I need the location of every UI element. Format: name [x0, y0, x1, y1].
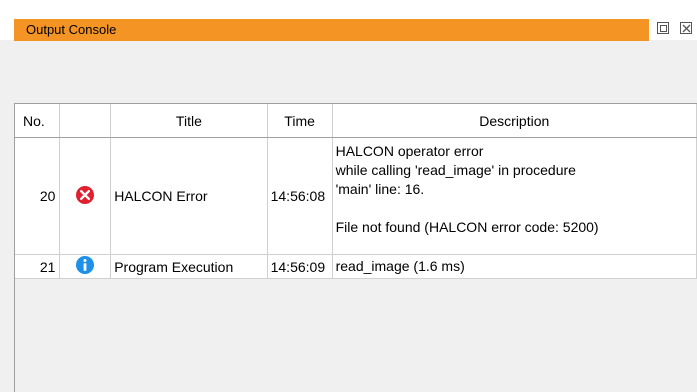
row-title: HALCON Error: [110, 137, 268, 255]
output-console-titlebar: Output Console: [0, 0, 697, 41]
close-icon: [682, 24, 691, 33]
row-description: read_image (1.6 ms): [332, 254, 697, 279]
column-header-title[interactable]: Title: [110, 104, 268, 138]
description-line: File not found (HALCON error code: 5200): [335, 219, 599, 235]
column-header-icon[interactable]: [59, 104, 112, 138]
column-header-no[interactable]: No.: [15, 104, 61, 138]
description-line: [336, 199, 693, 218]
output-table: No. Title Time Description 20 HALCON Err…: [15, 104, 697, 279]
row-time: 14:56:08: [267, 137, 333, 255]
description-line: read_image (1.6 ms): [335, 258, 465, 274]
column-header-description[interactable]: Description: [332, 104, 697, 138]
row-number: 20: [15, 137, 61, 255]
toolbar: [0, 41, 697, 127]
description-line: while calling 'read_image' in procedure: [335, 162, 576, 178]
info-icon: [76, 256, 95, 274]
row-status: [59, 137, 112, 255]
row-time: 14:56:09: [267, 254, 333, 279]
description-line: 'main' line: 16.: [335, 181, 425, 197]
table-row[interactable]: 20 HALCON Error 14:56:08 HALCON operator…: [15, 137, 697, 255]
row-status: [59, 254, 112, 279]
row-number: 21: [15, 254, 61, 279]
output-table-container[interactable]: No. Title Time Description 20 HALCON Err…: [14, 103, 697, 392]
row-description: HALCON operator error while calling 'rea…: [332, 137, 697, 255]
table-row[interactable]: 21 Program Execution 14:56:09 read_image…: [15, 254, 697, 279]
float-window-button[interactable]: [657, 22, 669, 34]
description-line: HALCON operator error: [335, 143, 484, 159]
row-title: Program Execution: [110, 254, 268, 279]
close-window-button[interactable]: [680, 22, 692, 34]
column-header-time[interactable]: Time: [267, 104, 333, 138]
window-title: Output Console: [26, 22, 117, 37]
error-icon: [76, 185, 95, 204]
table-header-row: No. Title Time Description: [15, 104, 697, 138]
